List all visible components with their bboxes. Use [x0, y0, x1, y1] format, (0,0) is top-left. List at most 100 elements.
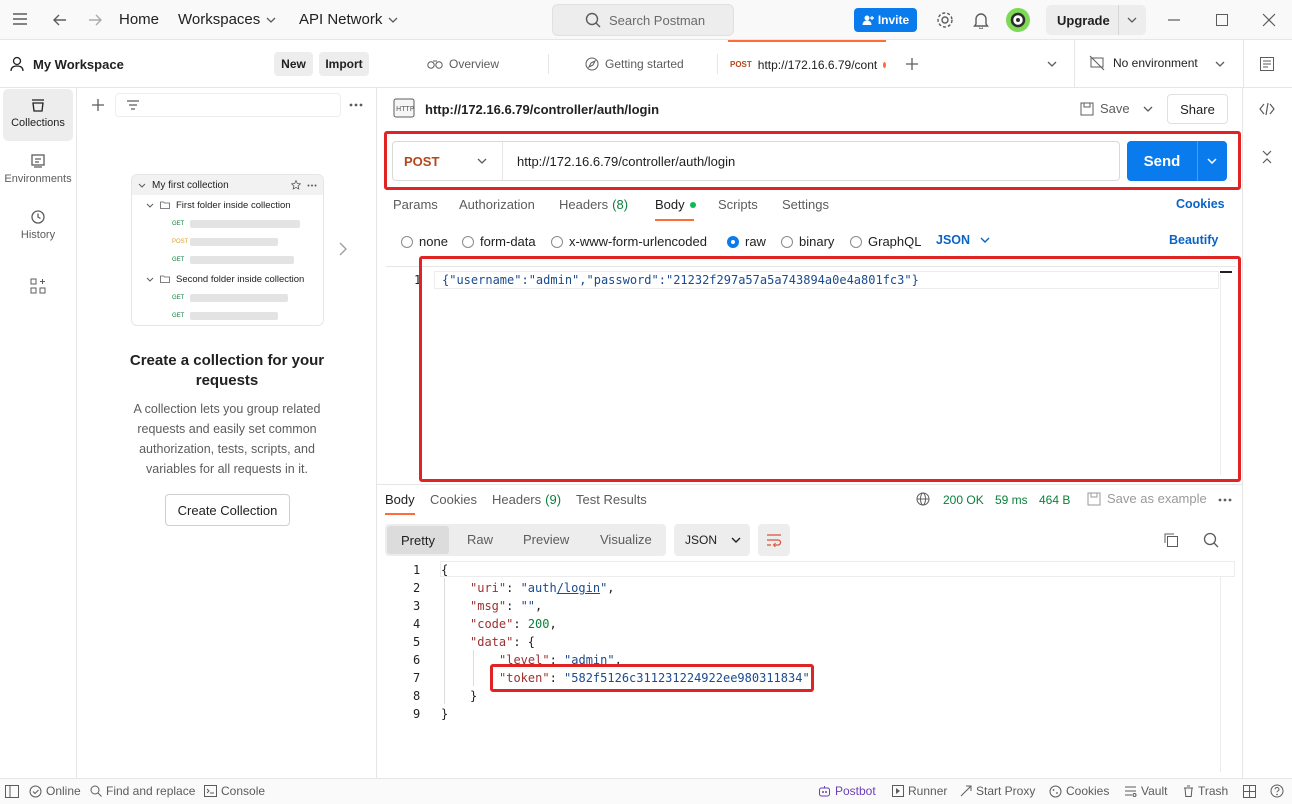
radio-none[interactable]: none: [401, 234, 448, 249]
chevron-down-icon[interactable]: [1207, 158, 1217, 164]
add-collection-icon[interactable]: [91, 98, 105, 112]
response-time[interactable]: 59 ms: [995, 493, 1028, 507]
trash-button[interactable]: Trash: [1183, 784, 1228, 798]
workspace-name[interactable]: My Workspace: [33, 57, 124, 72]
online-status[interactable]: Online: [29, 784, 81, 798]
json-link[interactable]: /login: [557, 581, 600, 595]
method-selector[interactable]: POST: [393, 142, 503, 180]
response-tab-test-results[interactable]: Test Results: [576, 492, 647, 507]
chevron-down-icon[interactable]: [1127, 17, 1137, 23]
response-body-viewer[interactable]: 1 2 3 4 5 6 7 8 9 { "uri": "auth/login ",…: [386, 560, 1236, 772]
maximize-window-icon[interactable]: [1216, 14, 1228, 26]
hamburger-menu-icon[interactable]: [12, 12, 28, 26]
response-size[interactable]: 464 B: [1039, 493, 1070, 507]
environment-selector[interactable]: No environment: [1089, 55, 1198, 71]
rail-collections[interactable]: Collections: [3, 89, 73, 141]
help-icon[interactable]: [1270, 784, 1284, 798]
sidebar-toggle-icon[interactable]: [5, 785, 19, 798]
notification-bell-icon[interactable]: [973, 11, 989, 29]
tab-active-request[interactable]: POST http://172.16.6.79/cont: [728, 40, 886, 87]
related-collections-icon[interactable]: [1260, 149, 1274, 165]
search-icon[interactable]: [1203, 532, 1219, 548]
chevron-right-icon[interactable]: [339, 242, 347, 256]
response-tab-cookies[interactable]: Cookies: [430, 492, 477, 507]
chevron-down-icon[interactable]: [1143, 106, 1153, 112]
runner-button[interactable]: Runner: [892, 784, 947, 798]
rail-history[interactable]: History: [3, 201, 73, 253]
subtab-params[interactable]: Params: [393, 197, 438, 212]
search-input[interactable]: Search Postman: [552, 4, 734, 36]
body-format-selector[interactable]: JSON: [936, 233, 990, 247]
create-collection-button[interactable]: Create Collection: [165, 494, 290, 526]
response-tab-headers[interactable]: Headers (9): [492, 492, 561, 507]
forward-arrow-icon[interactable]: [87, 12, 103, 28]
new-button[interactable]: New: [274, 52, 313, 76]
cookies-link[interactable]: Cookies: [1176, 197, 1225, 211]
save-as-example-button[interactable]: Save as example: [1087, 491, 1207, 506]
request-body-editor[interactable]: 1 {"username":"admin","password":"21232f…: [386, 266, 1236, 478]
nav-workspaces[interactable]: Workspaces: [178, 11, 276, 28]
layout-grid-icon[interactable]: [1243, 785, 1256, 798]
collections-icon: [3, 97, 73, 113]
tab-getting-started[interactable]: Getting started: [585, 40, 684, 87]
line-number: 3: [413, 599, 421, 613]
more-options-icon[interactable]: [1218, 498, 1232, 502]
cookies-button[interactable]: Cookies: [1049, 784, 1109, 798]
line-number: 2: [413, 581, 421, 595]
filter-input[interactable]: [115, 93, 341, 117]
environment-quick-look-icon[interactable]: [1259, 56, 1275, 72]
radio-raw[interactable]: raw: [727, 234, 766, 249]
subtab-headers[interactable]: Headers (8): [559, 197, 628, 212]
vault-button[interactable]: Vault: [1124, 784, 1167, 798]
start-proxy-button[interactable]: Start Proxy: [960, 784, 1035, 798]
settings-gear-icon[interactable]: [936, 11, 954, 29]
view-raw[interactable]: Raw: [467, 532, 493, 547]
subtab-scripts[interactable]: Scripts: [718, 197, 758, 212]
globe-icon[interactable]: [916, 492, 930, 506]
view-preview[interactable]: Preview: [523, 532, 569, 547]
radio-graphql[interactable]: GraphQL: [850, 234, 921, 249]
beautify-link[interactable]: Beautify: [1169, 233, 1218, 247]
code-icon[interactable]: [1259, 102, 1275, 116]
close-window-icon[interactable]: [1262, 13, 1276, 27]
radio-form-data[interactable]: form-data: [462, 234, 536, 249]
response-format-selector[interactable]: JSON: [674, 524, 750, 556]
url-input[interactable]: http://172.16.6.79/controller/auth/login: [517, 154, 735, 169]
wrap-lines-button[interactable]: [758, 524, 790, 556]
radio-binary[interactable]: binary: [781, 234, 834, 249]
rail-environments[interactable]: Environments: [3, 145, 73, 197]
request-title[interactable]: http://172.16.6.79/controller/auth/login: [425, 102, 659, 117]
chevron-down-icon[interactable]: [1215, 61, 1225, 67]
share-button[interactable]: Share: [1167, 94, 1228, 124]
minimize-window-icon[interactable]: [1168, 19, 1180, 21]
subtab-settings[interactable]: Settings: [782, 197, 829, 212]
avatar[interactable]: [1005, 7, 1031, 33]
radio-urlencoded[interactable]: x-www-form-urlencoded: [551, 234, 707, 249]
rail-apps[interactable]: [3, 269, 73, 303]
subtab-authorization[interactable]: Authorization: [459, 197, 535, 212]
invite-button[interactable]: Invite: [854, 8, 917, 32]
view-pretty[interactable]: Pretty: [387, 526, 449, 554]
invite-label: Invite: [877, 13, 910, 27]
tab-overview[interactable]: Overview: [427, 40, 499, 87]
import-button[interactable]: Import: [319, 52, 369, 76]
chevron-down-icon[interactable]: [1047, 61, 1057, 67]
nav-api-network[interactable]: API Network: [299, 11, 398, 28]
copy-icon[interactable]: [1163, 532, 1179, 548]
console-button[interactable]: Console: [204, 784, 265, 798]
save-button[interactable]: Save: [1080, 101, 1130, 116]
subtab-body[interactable]: Body: [655, 197, 696, 212]
viewer-scrollbar-track[interactable]: [1220, 576, 1221, 772]
send-button[interactable]: Send: [1127, 141, 1197, 181]
more-options-icon[interactable]: [349, 103, 363, 107]
response-tab-body[interactable]: Body: [385, 492, 415, 507]
view-visualize[interactable]: Visualize: [600, 532, 652, 547]
upgrade-button[interactable]: Upgrade: [1046, 5, 1146, 35]
back-arrow-icon[interactable]: [52, 12, 68, 28]
add-tab-icon[interactable]: [905, 57, 919, 71]
nav-home[interactable]: Home: [119, 11, 159, 28]
editor-scrollbar-track[interactable]: [1220, 275, 1221, 475]
status-code[interactable]: 200 OK: [943, 493, 984, 507]
find-replace-button[interactable]: Find and replace: [90, 784, 195, 798]
postbot-button[interactable]: Postbot: [818, 784, 876, 798]
